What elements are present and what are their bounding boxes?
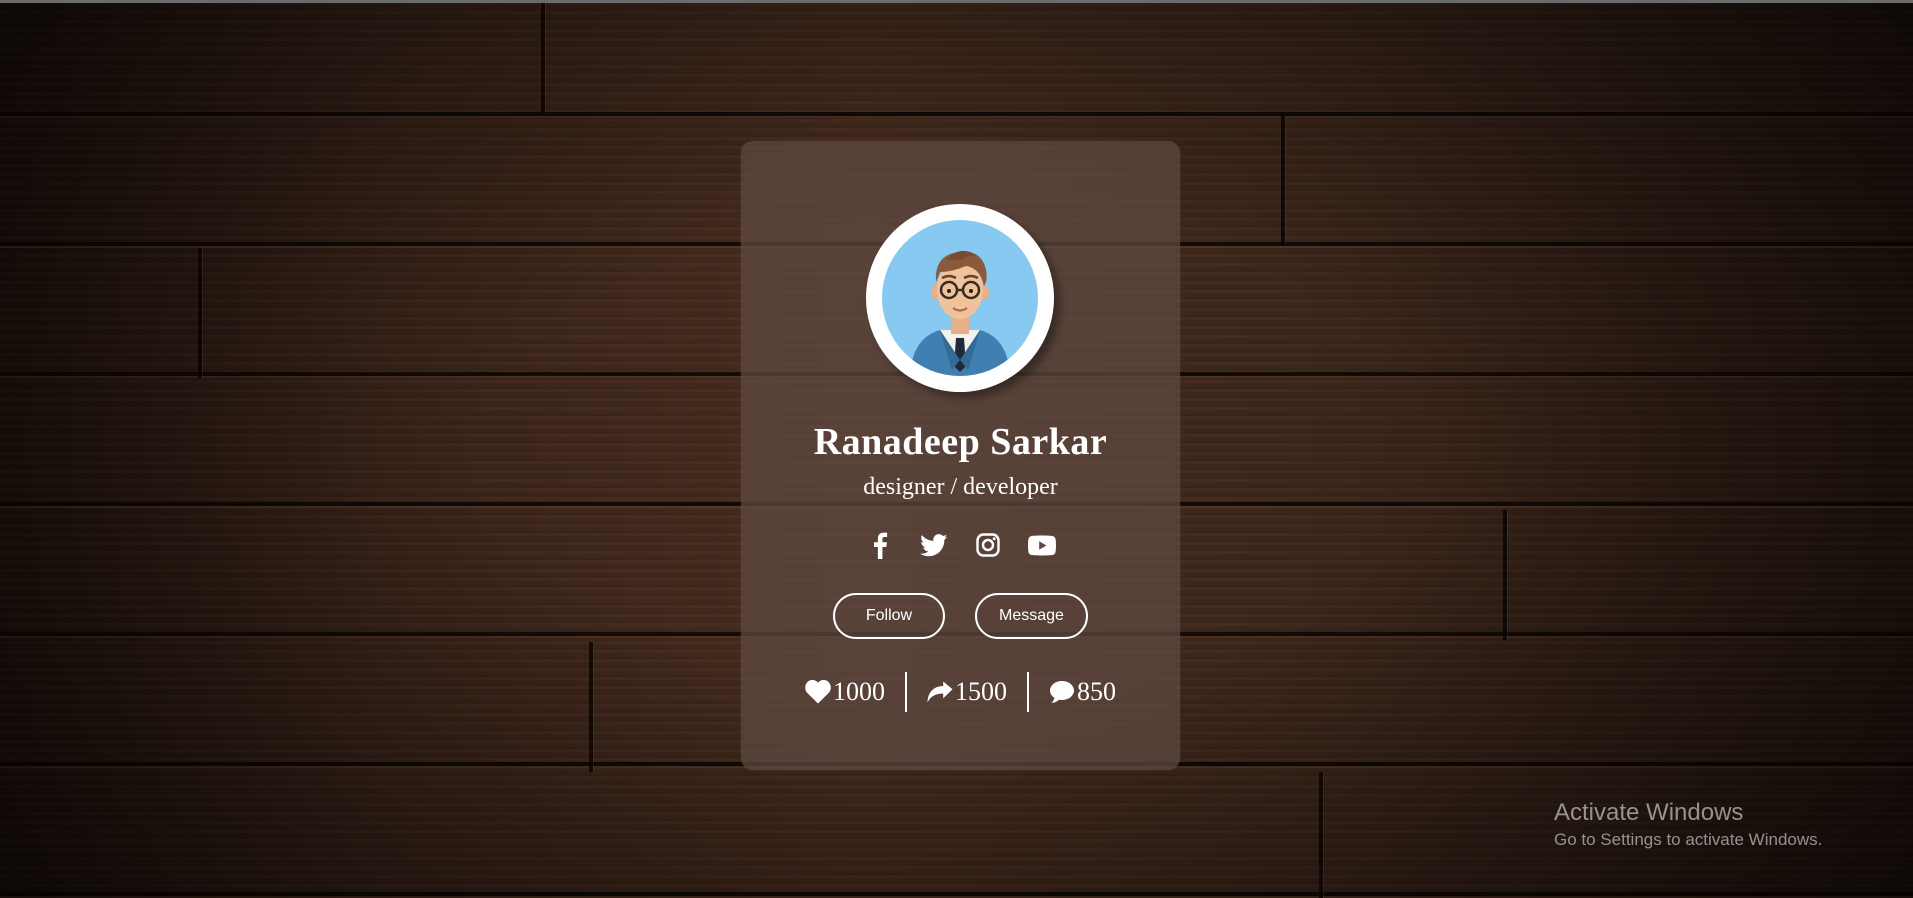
avatar (882, 220, 1038, 376)
watermark-subtitle: Go to Settings to activate Windows. (1554, 830, 1823, 849)
plank-seam (1281, 116, 1285, 246)
windows-activation-watermark: Activate Windows Go to Settings to activ… (1554, 798, 1822, 852)
plank-seam (198, 248, 202, 378)
twitter-icon[interactable] (919, 531, 948, 559)
heart-icon (805, 680, 831, 704)
plank-seam (1503, 510, 1507, 640)
profile-stats: 1000 1500 850 (741, 672, 1180, 712)
comments-stat: 850 (1029, 672, 1136, 712)
shares-count: 1500 (955, 677, 1007, 706)
facebook-icon[interactable] (866, 531, 894, 559)
share-icon (927, 681, 953, 703)
plank-seam (541, 3, 545, 115)
shares-stat: 1500 (907, 672, 1027, 712)
profile-role: designer / developer (863, 474, 1058, 500)
window-top-border (0, 0, 1913, 3)
likes-count: 1000 (833, 677, 885, 706)
action-buttons: Follow Message (741, 593, 1180, 639)
profile-name: Ranadeep Sarkar (813, 421, 1108, 463)
watermark-title: Activate Windows (1554, 799, 1744, 826)
instagram-icon[interactable] (974, 531, 1002, 559)
social-links (741, 531, 1180, 559)
plank-seam (1319, 772, 1323, 898)
comment-icon (1050, 681, 1074, 703)
plank-seam (589, 642, 593, 772)
message-button[interactable]: Message (975, 593, 1088, 639)
comments-count: 850 (1077, 677, 1116, 706)
profile-card: Ranadeep Sarkar designer / developer Fol… (741, 141, 1180, 770)
likes-stat: 1000 (785, 672, 905, 712)
follow-button[interactable]: Follow (833, 593, 945, 639)
avatar-frame (866, 204, 1054, 392)
youtube-icon[interactable] (1027, 531, 1056, 559)
developer-avatar-icon (910, 250, 1010, 376)
